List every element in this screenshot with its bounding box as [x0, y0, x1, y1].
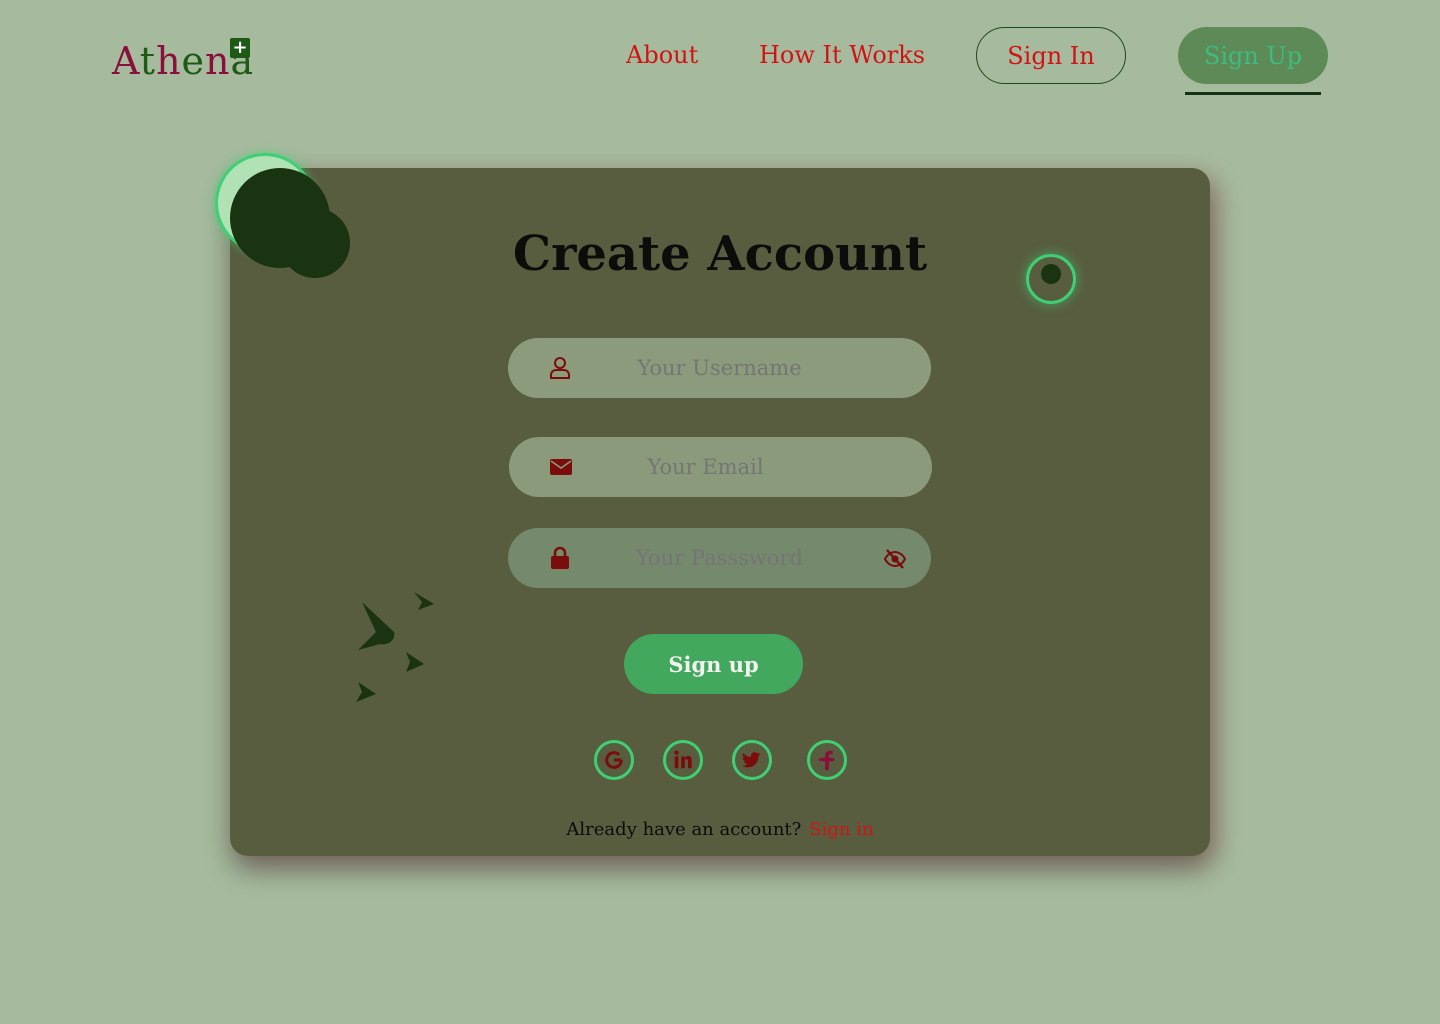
page-title: Create Account: [512, 226, 928, 282]
facebook-login-button[interactable]: [807, 740, 847, 780]
eye-slash-icon[interactable]: [883, 547, 907, 571]
linkedin-login-button[interactable]: [663, 740, 703, 780]
sign-in-link[interactable]: Sign in: [809, 819, 873, 840]
nav-about-link[interactable]: About: [626, 38, 698, 72]
already-have-account-text: Already have an account?: [566, 819, 802, 840]
plus-icon: +: [230, 38, 250, 58]
nav-how-it-works-link[interactable]: How It Works: [759, 38, 925, 72]
birds-decoration: [356, 592, 434, 702]
twitter-login-button[interactable]: [732, 740, 772, 780]
logo-letter-n: n: [205, 39, 231, 83]
logo-letter-e: e: [181, 39, 206, 83]
envelope-icon: [550, 459, 572, 475]
header-sign-up-button[interactable]: Sign Up: [1178, 27, 1328, 84]
twitter-icon: [741, 752, 761, 768]
logo-letter-t: t: [139, 39, 157, 83]
password-field[interactable]: [508, 528, 931, 588]
sign-in-prompt: Already have an account? Sign in: [230, 818, 1210, 842]
facebook-icon: [818, 750, 835, 771]
linkedin-icon: [674, 750, 692, 769]
google-login-button[interactable]: [594, 740, 634, 780]
lock-icon: [551, 546, 569, 569]
username-field[interactable]: [508, 338, 931, 398]
logo-letter-a: A: [112, 39, 140, 83]
header-sign-in-button[interactable]: Sign In: [976, 27, 1126, 84]
email-field[interactable]: [509, 437, 932, 497]
google-icon: [605, 751, 623, 769]
user-icon: [550, 357, 570, 379]
sign-up-submit-button[interactable]: Sign up: [624, 634, 803, 694]
logo-letter-h: h: [156, 39, 182, 83]
active-underline: [1185, 92, 1321, 95]
